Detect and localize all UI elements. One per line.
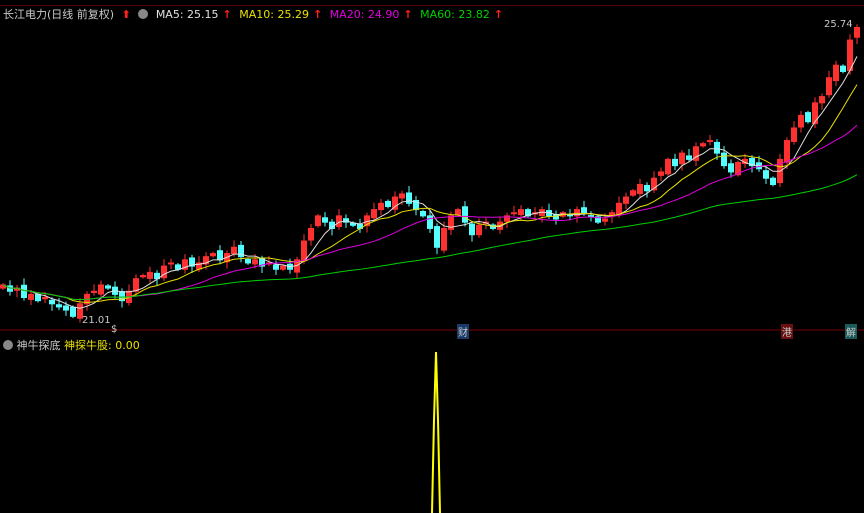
candle-body (707, 140, 713, 143)
candle-body (378, 202, 384, 211)
candle-body (252, 259, 258, 265)
candle-body (336, 215, 342, 228)
candle-body (105, 285, 111, 289)
candle-body (427, 215, 433, 229)
candle-body (770, 177, 776, 185)
candle-body (728, 163, 734, 173)
candle-body (511, 212, 517, 215)
ma10-line (2, 84, 858, 304)
event-tag-hk[interactable]: 港 (781, 324, 793, 339)
candle-body (63, 305, 69, 311)
candle-body (714, 141, 720, 154)
candle-body (623, 196, 629, 204)
candle-body (308, 227, 314, 241)
candle-body (42, 297, 48, 300)
candle-body (672, 158, 678, 167)
ma60-line (2, 174, 858, 301)
candle-body (399, 193, 405, 199)
candle-body (854, 27, 860, 38)
candle-body (371, 209, 377, 219)
candle-body (455, 209, 461, 216)
candlestick-chart[interactable] (0, 0, 864, 513)
candle-body (833, 64, 839, 82)
candle-body (637, 183, 643, 195)
candle-body (168, 262, 174, 265)
candle-body (315, 215, 321, 227)
indicator-line (431, 351, 441, 513)
candle-body (35, 293, 41, 302)
candle-body (686, 155, 692, 160)
candle-body (280, 265, 286, 270)
ma5-line (2, 56, 858, 309)
candle-body (70, 306, 76, 317)
candle-body (721, 152, 727, 167)
indicator-value: 神探牛股: 0.00 (64, 339, 140, 352)
candle-body (147, 271, 153, 279)
candle-body (175, 264, 181, 270)
candle-body (791, 127, 797, 142)
candle-body (469, 223, 475, 236)
candle-body (441, 227, 447, 251)
candle-body (581, 207, 587, 214)
candle-body (420, 210, 426, 217)
candle-body (812, 102, 818, 125)
candle-body (385, 200, 391, 207)
event-tag-unlock[interactable]: 解 (845, 324, 857, 339)
candle-body (518, 209, 524, 216)
candle-body (798, 114, 804, 128)
candle-body (462, 206, 468, 223)
candle-body (588, 215, 594, 218)
candle-body (322, 217, 328, 223)
candle-body (434, 226, 440, 248)
candle-body (644, 184, 650, 192)
candle-body (273, 264, 279, 270)
candle-body (217, 250, 223, 261)
indicator-menu-icon[interactable] (3, 340, 13, 350)
candle-body (602, 218, 608, 222)
candle-body (784, 140, 790, 163)
indicator-legend: 神牛探底 神探牛股: 0.00 (3, 337, 140, 353)
candle-body (763, 170, 769, 179)
candle-body (56, 304, 62, 308)
candle-body (245, 259, 251, 264)
event-tag-dollar[interactable]: $ (110, 324, 118, 335)
low-price-label: 21.01 (82, 315, 111, 326)
indicator-name[interactable]: 神牛探底 (17, 339, 61, 352)
candle-body (476, 224, 482, 236)
candle-body (840, 65, 846, 72)
candle-body (805, 112, 811, 123)
candle-body (21, 284, 27, 299)
candle-body (210, 253, 216, 257)
candle-body (91, 290, 97, 293)
candle-body (49, 299, 55, 305)
candle-body (133, 278, 139, 292)
candle-body (616, 202, 622, 216)
candle-body (301, 240, 307, 262)
candle-body (819, 96, 825, 104)
candle-body (231, 246, 237, 255)
event-tag-finance[interactable]: 财 (457, 324, 469, 339)
candle-body (700, 143, 706, 147)
candle-body (28, 293, 34, 300)
candle-body (98, 284, 104, 295)
candle-body (140, 275, 146, 278)
candle-body (826, 77, 832, 96)
candle-body (630, 190, 636, 196)
high-price-label: 25.74 (824, 19, 853, 30)
candle-body (658, 171, 664, 176)
candle-body (406, 192, 412, 204)
candle-body (665, 158, 671, 175)
candle-body (679, 152, 685, 165)
